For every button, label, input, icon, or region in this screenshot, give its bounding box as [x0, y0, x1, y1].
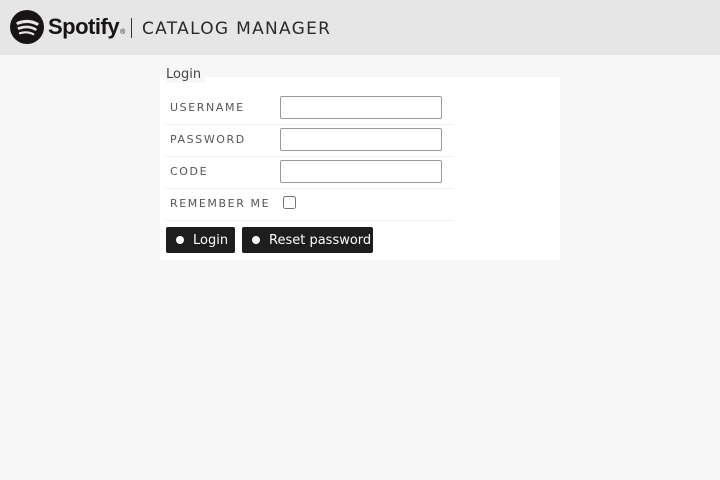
login-button[interactable]: Login [166, 227, 235, 253]
remember-me-label: REMEMBER ME [170, 197, 271, 210]
username-label: USERNAME [170, 101, 245, 114]
password-input[interactable] [280, 128, 442, 151]
username-input[interactable] [280, 96, 442, 119]
code-input[interactable] [280, 160, 442, 183]
remember-me-row: REMEMBER ME [166, 188, 453, 221]
bullet-icon [252, 236, 260, 244]
login-button-label: Login [193, 232, 229, 248]
password-row: PASSWORD [166, 124, 453, 157]
code-row: CODE [166, 156, 453, 189]
remember-me-checkbox[interactable] [283, 196, 296, 209]
spotify-logo: Spotify® [10, 10, 125, 44]
reset-password-button[interactable]: Reset password [242, 227, 373, 253]
spotify-icon [10, 10, 44, 44]
app-header: Spotify® CATALOG MANAGER [0, 0, 720, 55]
username-row: USERNAME [166, 92, 453, 125]
code-label: CODE [170, 165, 209, 178]
brand-name: Spotify® [48, 14, 125, 39]
login-legend: Login [166, 67, 206, 83]
app-title: CATALOG MANAGER [142, 19, 332, 39]
password-label: PASSWORD [170, 133, 246, 146]
reset-password-button-label: Reset password [269, 232, 372, 248]
header-divider [131, 18, 132, 38]
bullet-icon [176, 236, 184, 244]
